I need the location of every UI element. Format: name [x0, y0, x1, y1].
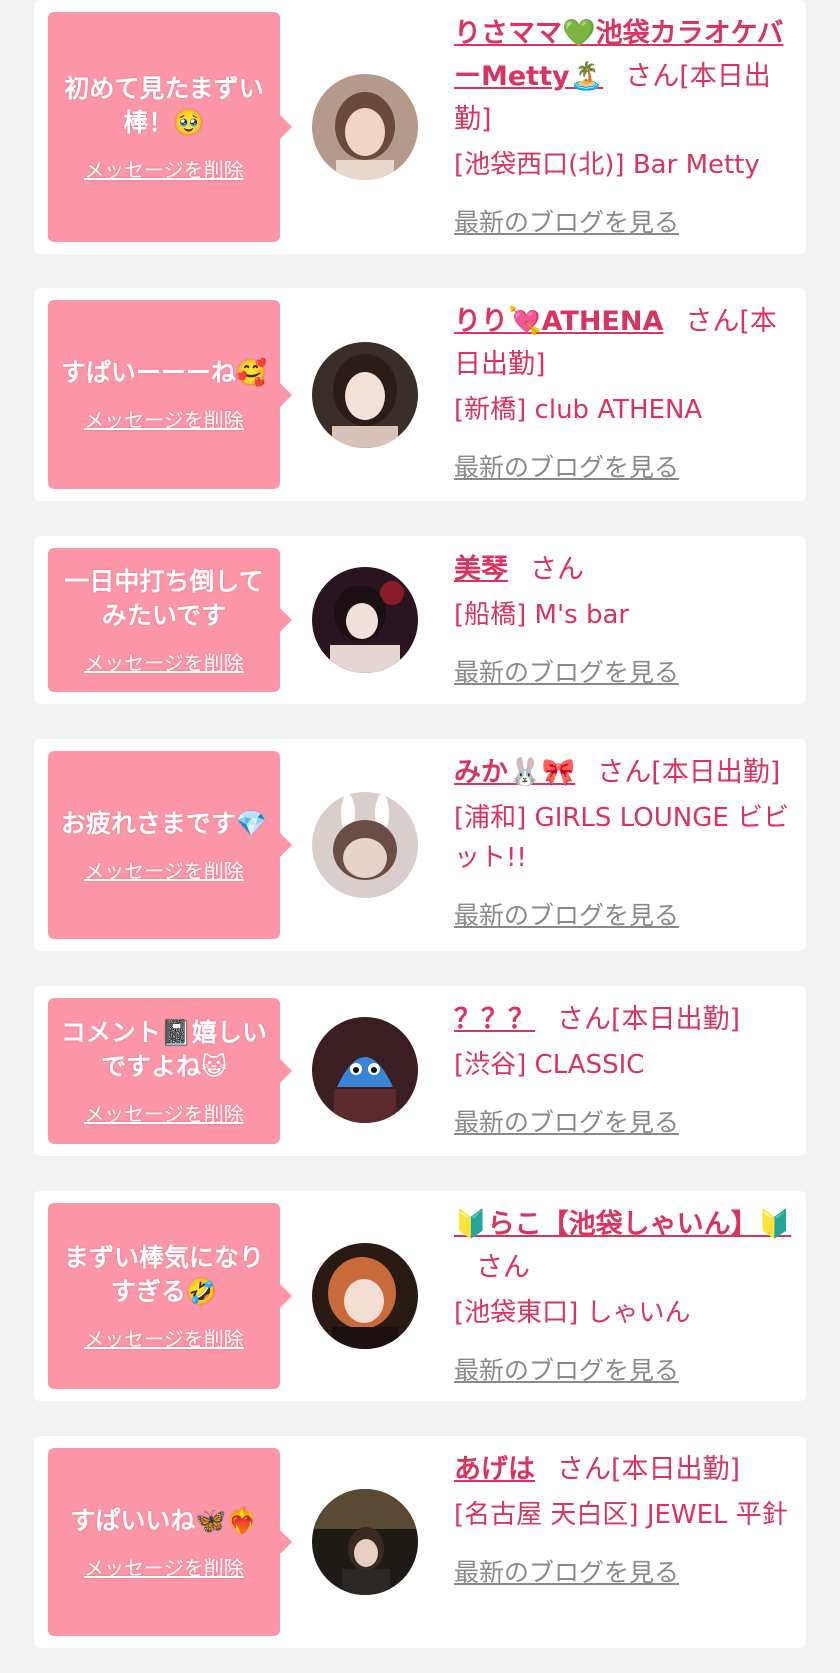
cast-name-link[interactable]: あげは [454, 1454, 535, 1485]
list-item: お疲れさまです💎 メッセージを削除 みか🐰🎀 さん[本日出勤] [浦和] GIRL… [34, 739, 806, 951]
cast-title: 美琴 さん [454, 548, 792, 591]
cast-name-link[interactable]: みか🐰🎀 [454, 757, 575, 788]
avatar[interactable] [312, 1017, 418, 1123]
list-item: すぱいいね🦋❤️‍🔥 メッセージを削除 あげは さん[本日出勤] [名古屋 天白区… [34, 1436, 806, 1648]
cast-info: 美琴 さん [船橋] M's bar 最新のブログを見る [454, 548, 792, 689]
cast-info: りさママ💚池袋カラオケバーMetty🏝️ さん[本日出勤] [池袋西口(北)] B… [454, 12, 792, 239]
cast-name-link[interactable]: ？？？ [454, 1004, 535, 1035]
cast-info: 🔰らこ【池袋しゃいん】🔰 さん [池袋東口] しゃいん 最新のブログを見る [454, 1203, 792, 1387]
delete-message-link[interactable]: メッセージを削除 [84, 1098, 244, 1127]
cast-suffix: さん [530, 554, 584, 585]
latest-blog-link[interactable]: 最新のブログを見る [454, 448, 792, 484]
message-text: 一日中打ち倒してみたいです [64, 566, 264, 630]
delete-message-link[interactable]: メッセージを削除 [84, 404, 244, 433]
cast-info: ？？？ さん[本日出勤] [渋谷] CLASSIC 最新のブログを見る [454, 998, 792, 1139]
latest-blog-link[interactable]: 最新のブログを見る [454, 653, 792, 689]
message-bubble: コメント📓嬉しいですよね😺 メッセージを削除 [48, 998, 292, 1144]
list-item: コメント📓嬉しいですよね😺 メッセージを削除 ？？？ さん[本日出勤] [渋谷] … [34, 986, 806, 1156]
cast-suffix: さん[本日出勤] [557, 1004, 741, 1035]
message-text: お疲れさまです💎 [60, 808, 268, 838]
message-bubble: お疲れさまです💎 メッセージを削除 [48, 751, 292, 939]
shop-label: [名古屋 天白区] JEWEL 平針 [454, 1500, 788, 1530]
cast-suffix: さん [476, 1252, 530, 1283]
profile-photo-icon [312, 1489, 418, 1595]
latest-blog-link[interactable]: 最新のブログを見る [454, 896, 792, 932]
profile-photo-icon [312, 792, 418, 898]
message-text: すぱいーーーね🥰 [60, 358, 268, 387]
cast-name-link[interactable]: 美琴 [454, 554, 508, 585]
message-bubble: すぱいいね🦋❤️‍🔥 メッセージを削除 [48, 1448, 292, 1636]
latest-blog-link[interactable]: 最新のブログを見る [454, 203, 792, 239]
message-list: 初めて見たまずい棒！🥹 メッセージを削除 りさママ💚池袋カラオケバーMetty🏝… [0, 0, 840, 1673]
profile-photo-icon [312, 1243, 418, 1349]
cast-title: りさママ💚池袋カラオケバーMetty🏝️ さん[本日出勤] [454, 12, 792, 141]
avatar[interactable] [312, 74, 418, 180]
profile-photo-icon [312, 1017, 418, 1123]
cast-title: ？？？ さん[本日出勤] [454, 998, 792, 1041]
message-text: 初めて見たまずい棒！🥹 [64, 73, 264, 137]
delete-message-link[interactable]: メッセージを削除 [84, 855, 244, 884]
cast-name-link[interactable]: りり💘ATHENA [454, 306, 663, 337]
message-bubble: 一日中打ち倒してみたいです メッセージを削除 [48, 548, 292, 692]
message-bubble: まずい棒気になりすぎる🤣 メッセージを削除 [48, 1203, 292, 1389]
list-item: まずい棒気になりすぎる🤣 メッセージを削除 🔰らこ【池袋しゃいん】🔰 さん [池袋… [34, 1191, 806, 1401]
profile-photo-icon [312, 567, 418, 673]
avatar[interactable] [312, 342, 418, 448]
cast-suffix: さん[本日出勤] [597, 757, 781, 788]
latest-blog-link[interactable]: 最新のブログを見る [454, 1553, 792, 1589]
message-text: コメント📓嬉しいですよね😺 [60, 1017, 268, 1081]
delete-message-link[interactable]: メッセージを削除 [84, 1552, 244, 1581]
cast-title: みか🐰🎀 さん[本日出勤] [454, 751, 792, 794]
cast-info: あげは さん[本日出勤] [名古屋 天白区] JEWEL 平針 最新のブログを見る [454, 1448, 792, 1589]
cast-title: りり💘ATHENA さん[本日出勤] [454, 300, 792, 386]
delete-message-link[interactable]: メッセージを削除 [84, 647, 244, 676]
shop-label: [新橋] club ATHENA [454, 395, 703, 425]
message-text: まずい棒気になりすぎる🤣 [63, 1242, 264, 1306]
avatar[interactable] [312, 1243, 418, 1349]
avatar[interactable] [312, 1489, 418, 1595]
delete-message-link[interactable]: メッセージを削除 [84, 1323, 244, 1352]
avatar[interactable] [312, 567, 418, 673]
shop-label: [浦和] GIRLS LOUNGE ビビット!! [454, 803, 790, 873]
avatar[interactable] [312, 792, 418, 898]
cast-title: あげは さん[本日出勤] [454, 1448, 792, 1491]
profile-photo-icon [312, 74, 418, 180]
cast-info: りり💘ATHENA さん[本日出勤] [新橋] club ATHENA 最新のブロ… [454, 300, 792, 484]
latest-blog-link[interactable]: 最新のブログを見る [454, 1351, 792, 1387]
profile-photo-icon [312, 342, 418, 448]
cast-info: みか🐰🎀 さん[本日出勤] [浦和] GIRLS LOUNGE ビビット!! 最新… [454, 751, 792, 932]
shop-label: [船橋] M's bar [454, 600, 630, 630]
cast-suffix: さん[本日出勤] [557, 1454, 741, 1485]
list-item: 一日中打ち倒してみたいです メッセージを削除 美琴 さん [船橋] M's bar… [34, 536, 806, 704]
cast-name-link[interactable]: 🔰らこ【池袋しゃいん】🔰 [454, 1209, 791, 1240]
message-text: すぱいいね🦋❤️‍🔥 [70, 1505, 258, 1535]
latest-blog-link[interactable]: 最新のブログを見る [454, 1103, 792, 1139]
shop-label: [池袋東口] しゃいん [454, 1298, 691, 1328]
cast-title: 🔰らこ【池袋しゃいん】🔰 さん [454, 1203, 792, 1289]
message-bubble: 初めて見たまずい棒！🥹 メッセージを削除 [48, 12, 292, 242]
message-bubble: すぱいーーーね🥰 メッセージを削除 [48, 300, 292, 489]
list-item: すぱいーーーね🥰 メッセージを削除 りり💘ATHENA さん[本日出勤] [新橋]… [34, 288, 806, 501]
list-item: 初めて見たまずい棒！🥹 メッセージを削除 りさママ💚池袋カラオケバーMetty🏝… [34, 0, 806, 254]
delete-message-link[interactable]: メッセージを削除 [84, 154, 244, 183]
shop-label: [池袋西口(北)] Bar Metty [454, 150, 760, 180]
shop-label: [渋谷] CLASSIC [454, 1050, 645, 1080]
